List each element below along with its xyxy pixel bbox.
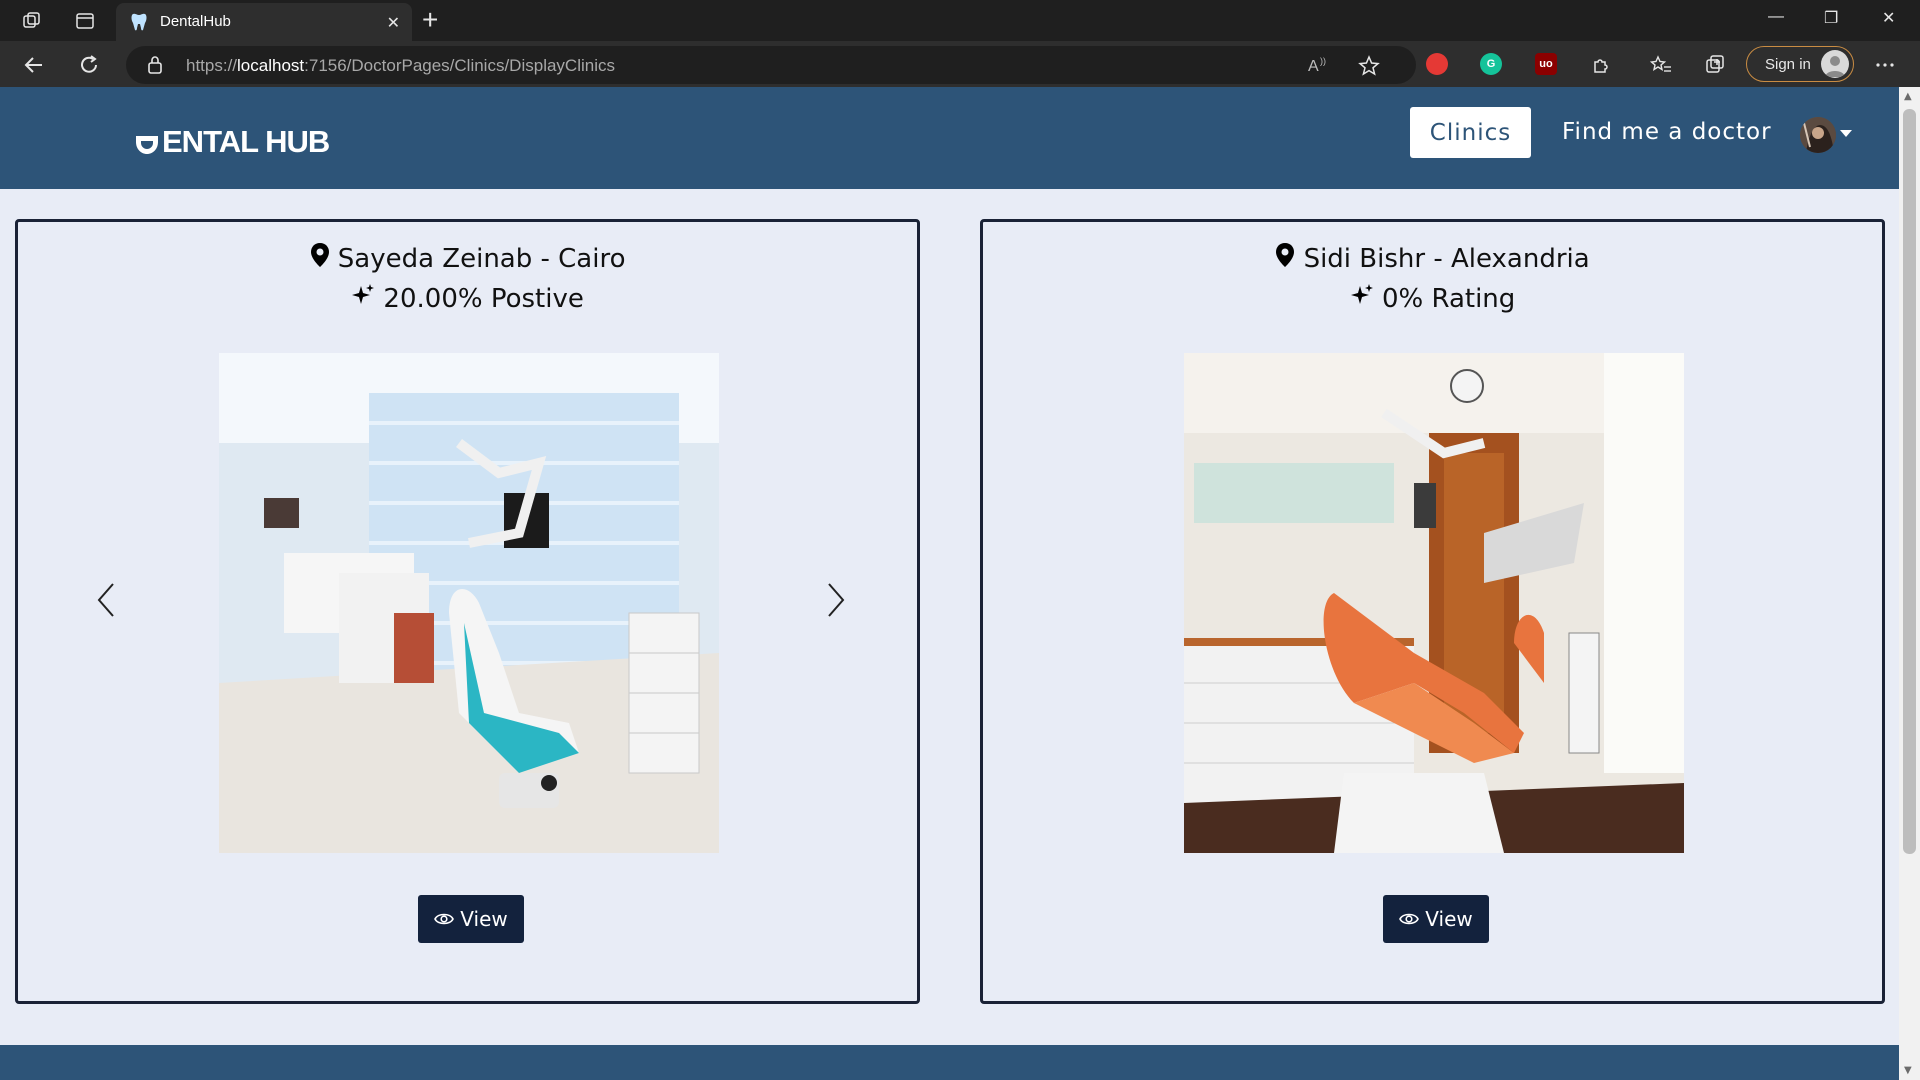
browser-tabbar: DentalHub ✕ + — ❐ ✕ <box>0 0 1920 41</box>
browser-toolbar: https://localhost:7156/DoctorPages/Clini… <box>0 41 1920 87</box>
tab-dentalhub[interactable]: DentalHub ✕ <box>116 3 412 41</box>
clinic-location: Sidi Bishr - Alexandria <box>983 242 1882 275</box>
new-tab-icon[interactable]: + <box>422 4 438 36</box>
refresh-icon[interactable] <box>74 50 104 80</box>
carousel-next-button[interactable] <box>821 580 851 620</box>
close-window-icon[interactable]: ✕ <box>1882 8 1895 28</box>
clinic-rating: 20.00% Postive <box>18 283 917 314</box>
favorite-star-icon[interactable] <box>1358 55 1380 81</box>
eye-icon <box>1399 907 1420 931</box>
scrollbar-thumb[interactable] <box>1903 109 1916 854</box>
user-menu-caret-icon[interactable] <box>1840 130 1852 137</box>
svg-text:)): )) <box>1320 56 1326 66</box>
sparkle-icon <box>351 283 375 314</box>
restore-icon[interactable]: ❐ <box>1824 8 1838 28</box>
sign-in-label: Sign in <box>1765 56 1811 73</box>
lock-icon <box>148 56 162 78</box>
nav-find-doctor-link[interactable]: Find me a doctor <box>1562 119 1772 145</box>
scroll-up-icon[interactable]: ▲ <box>1904 91 1912 102</box>
url-text: https://localhost:7156/DoctorPages/Clini… <box>186 56 615 75</box>
view-clinic-button[interactable]: View <box>1383 895 1489 943</box>
collections-icon[interactable] <box>1700 50 1730 80</box>
address-bar[interactable]: https://localhost:7156/DoctorPages/Clini… <box>126 46 1416 84</box>
sign-in-button[interactable]: Sign in <box>1746 46 1854 82</box>
adblock-extension-icon[interactable] <box>1426 53 1448 75</box>
read-aloud-icon[interactable]: A)) <box>1308 55 1330 79</box>
clinic-card: Sidi Bishr - Alexandria 0% Rating View <box>980 219 1885 1004</box>
clinic-photo <box>1184 353 1684 853</box>
tab-actions-icon[interactable] <box>72 8 98 34</box>
svg-text:A: A <box>1308 58 1319 75</box>
scroll-down-icon[interactable]: ▼ <box>1904 1065 1912 1076</box>
logo-tooth-icon <box>134 127 160 163</box>
clinic-card: Sayeda Zeinab - Cairo 20.00% Postive Vie… <box>15 219 920 1004</box>
view-clinic-button[interactable]: View <box>418 895 524 943</box>
ublock-extension-icon[interactable]: uo <box>1535 53 1557 75</box>
carousel-prev-button[interactable] <box>91 580 121 620</box>
minimize-icon[interactable]: — <box>1768 8 1784 26</box>
favorites-icon[interactable] <box>1646 50 1676 80</box>
clinic-rating: 0% Rating <box>983 283 1882 314</box>
logo-text: ENTAL HUB <box>162 124 330 159</box>
nav-clinics-button[interactable]: Clinics <box>1410 107 1531 158</box>
page-viewport: ENTAL HUB Clinics Find me a doctor Sayed… <box>0 87 1899 1080</box>
tooth-icon <box>130 12 148 36</box>
grammarly-extension-icon[interactable]: G <box>1480 53 1502 75</box>
back-icon[interactable] <box>19 50 49 80</box>
map-pin-icon <box>310 242 330 275</box>
workspaces-icon[interactable] <box>19 8 45 34</box>
site-footer <box>0 1045 1899 1080</box>
clinic-photo <box>219 353 719 853</box>
more-menu-icon[interactable] <box>1870 50 1900 80</box>
dentalhub-logo[interactable]: ENTAL HUB <box>134 124 330 163</box>
close-tab-icon[interactable]: ✕ <box>387 13 400 32</box>
site-navbar: ENTAL HUB Clinics Find me a doctor <box>0 87 1899 189</box>
user-avatar[interactable] <box>1800 117 1836 153</box>
page-scrollbar[interactable]: ▲ ▼ <box>1899 87 1920 1080</box>
tab-title: DentalHub <box>160 13 231 30</box>
eye-icon <box>434 907 455 931</box>
profile-avatar-icon <box>1821 50 1849 78</box>
clinic-location: Sayeda Zeinab - Cairo <box>18 242 917 275</box>
sparkle-icon <box>1350 283 1374 314</box>
map-pin-icon <box>1275 242 1295 275</box>
extensions-icon[interactable] <box>1586 50 1616 80</box>
